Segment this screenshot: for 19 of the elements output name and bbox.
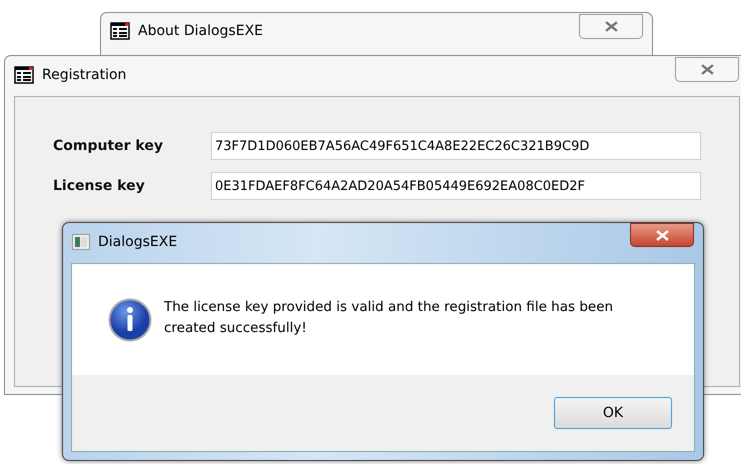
close-button[interactable] xyxy=(675,57,739,82)
close-icon xyxy=(604,21,618,32)
window-title: About DialogsEXE xyxy=(138,23,264,39)
close-button[interactable] xyxy=(630,223,694,247)
app-icon xyxy=(14,66,34,84)
key-field[interactable]: 73F7D1D060EB7A56AC49F651C4A8E22EC26C321B9C9D xyxy=(211,132,701,160)
dialog-title: DialogsEXE xyxy=(98,234,178,250)
ok-button[interactable]: OK xyxy=(554,397,672,429)
key-field[interactable]: 0E31FDAEF8FC64A2AD20A54FB05449E692EA08C0ED2F xyxy=(211,172,701,200)
message-text: The license key provided is valid and the registration file has been created successfully! xyxy=(164,298,614,338)
close-icon xyxy=(700,64,714,75)
app-icon xyxy=(110,22,130,40)
close-icon xyxy=(656,230,668,240)
close-button[interactable] xyxy=(579,14,643,39)
field-label: Computer key xyxy=(53,138,164,154)
window-title: Registration xyxy=(42,67,126,83)
info-icon xyxy=(108,298,152,342)
field-label: License key xyxy=(53,178,146,194)
app-icon xyxy=(72,234,90,250)
